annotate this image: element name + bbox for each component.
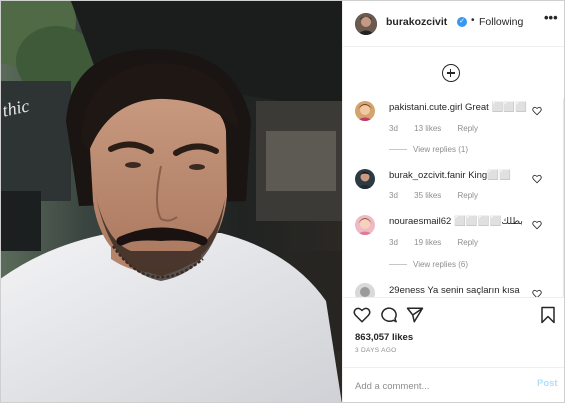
comment-username[interactable]: nouraesmail62: [389, 216, 451, 227]
post-photo[interactable]: thic: [1, 1, 342, 402]
commenter-avatar-image: [355, 101, 375, 121]
comment-line: nouraesmail62 ⬜⬜⬜⬜بطلك: [389, 216, 523, 227]
post-image: thic: [1, 1, 342, 402]
comment-meta: 3d 35 likes Reply: [389, 191, 492, 200]
author-avatar[interactable]: [355, 13, 377, 35]
commenter-avatar-image: [355, 283, 375, 297]
comment-text: King⬜⬜: [468, 170, 511, 181]
reply-button[interactable]: Reply: [458, 124, 478, 133]
comment-username[interactable]: 29eness: [389, 285, 425, 296]
commenter-avatar[interactable]: [355, 169, 375, 189]
author-avatar-image: [355, 13, 377, 35]
view-replies-button[interactable]: View replies (6): [389, 260, 468, 269]
comment-text: Great ⬜⬜⬜: [465, 102, 527, 113]
heart-icon[interactable]: [532, 289, 542, 297]
reply-button[interactable]: Reply: [458, 238, 478, 247]
post-header: burakozcivit ✓ • Following •••: [343, 1, 564, 47]
heart-icon[interactable]: [353, 306, 371, 324]
commenter-avatar[interactable]: [355, 283, 375, 297]
verified-badge-icon: ✓: [457, 17, 467, 27]
post-side-panel: burakozcivit ✓ • Following ••• pakistani…: [342, 1, 564, 402]
more-options-icon[interactable]: •••: [544, 10, 558, 25]
comment-input[interactable]: [355, 377, 525, 395]
post-comment-button[interactable]: Post: [537, 378, 558, 389]
comment-icon[interactable]: [380, 306, 398, 324]
following-button[interactable]: Following: [479, 16, 523, 28]
post-timestamp[interactable]: 3 DAYS AGO: [355, 347, 397, 354]
comment-username[interactable]: burak_ozcivit.fanir: [389, 170, 466, 181]
commenter-avatar-image: [355, 215, 375, 235]
comments-list: pakistani.cute.girl Great ⬜⬜⬜ 3d 13 like…: [343, 48, 564, 297]
heart-icon[interactable]: [532, 174, 542, 184]
likes-count[interactable]: 863,057 likes: [355, 332, 413, 343]
commenter-avatar-image: [355, 169, 375, 189]
post-modal: thic burakozcivit ✓ • Following ••• paki…: [0, 0, 565, 403]
commenter-avatar[interactable]: [355, 215, 375, 235]
comment-line: 29eness Ya senin saçların kısa: [389, 285, 520, 296]
comment-age: 3d: [389, 124, 398, 133]
comment-age: 3d: [389, 191, 398, 200]
comment-text: Ya senin saçların kısa: [427, 285, 520, 296]
comment-line: pakistani.cute.girl Great ⬜⬜⬜: [389, 102, 527, 113]
comment-username[interactable]: pakistani.cute.girl: [389, 102, 462, 113]
reply-button[interactable]: Reply: [458, 191, 478, 200]
view-replies-dash: [389, 149, 407, 151]
header-separator: •: [471, 15, 475, 26]
view-replies-button[interactable]: View replies (1): [389, 145, 468, 154]
comment-line: burak_ozcivit.fanir King⬜⬜: [389, 170, 511, 181]
view-replies-label: View replies (1): [413, 145, 468, 154]
heart-icon[interactable]: [532, 220, 542, 230]
heart-icon[interactable]: [532, 106, 542, 116]
comment-age: 3d: [389, 238, 398, 247]
view-replies-label: View replies (6): [413, 260, 468, 269]
comment-text: ⬜⬜⬜⬜بطلك: [453, 216, 523, 227]
action-bar: [343, 297, 564, 331]
comment-meta: 3d 19 likes Reply: [389, 238, 492, 247]
comment-composer: Post: [343, 367, 564, 402]
plus-circle-icon[interactable]: [442, 64, 460, 82]
comment-meta: 3d 13 likes Reply: [389, 124, 492, 133]
commenter-avatar[interactable]: [355, 101, 375, 121]
bookmark-icon[interactable]: [539, 306, 557, 324]
view-replies-dash: [389, 264, 407, 266]
comment-likes[interactable]: 35 likes: [414, 191, 441, 200]
share-icon[interactable]: [406, 306, 424, 324]
comment-likes[interactable]: 19 likes: [414, 238, 441, 247]
author-username[interactable]: burakozcivit: [386, 16, 447, 28]
comment-likes[interactable]: 13 likes: [414, 124, 441, 133]
